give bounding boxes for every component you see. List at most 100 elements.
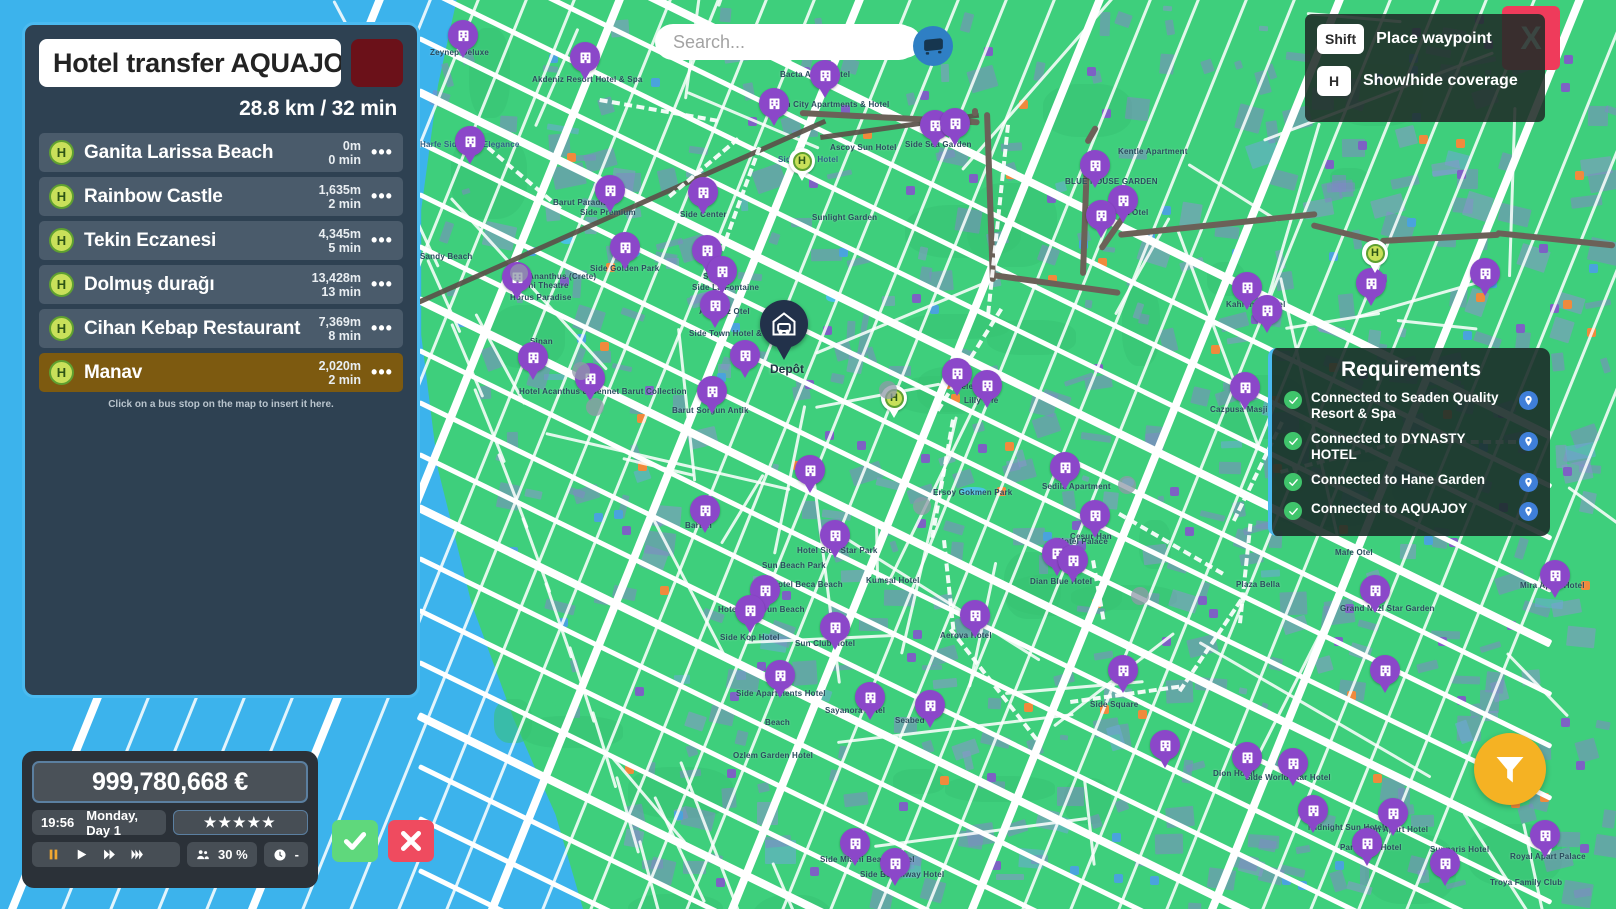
poi-pin[interactable] xyxy=(1086,200,1116,238)
map-small-icon xyxy=(1463,331,1472,340)
stop-options-button[interactable]: ••• xyxy=(369,362,395,383)
map-label: Sun City Apartments & Hotel xyxy=(775,100,889,109)
stop-time: 13 min xyxy=(312,285,361,299)
poi-pin[interactable] xyxy=(448,20,478,58)
poi-pin[interactable] xyxy=(940,108,970,146)
poi-pin[interactable] xyxy=(1050,452,1080,490)
bus-stop-marker[interactable]: H xyxy=(789,148,815,182)
search-bar[interactable] xyxy=(655,24,917,60)
depot-marker[interactable] xyxy=(760,300,808,360)
pin-tail xyxy=(695,201,711,215)
route-stop-row[interactable]: HGanita Larissa Beach0m0 min••• xyxy=(39,133,403,172)
poi-pin[interactable] xyxy=(1378,798,1408,836)
route-color-swatch[interactable] xyxy=(351,39,403,87)
poi-pin[interactable] xyxy=(1080,150,1110,188)
poi-pin[interactable] xyxy=(518,342,548,380)
stop-options-button[interactable]: ••• xyxy=(369,142,395,163)
poi-pin[interactable] xyxy=(1278,748,1308,786)
poi-pin[interactable] xyxy=(1230,372,1260,410)
bus-stop-marker[interactable]: H xyxy=(1362,240,1388,274)
building-footprint xyxy=(1221,441,1243,449)
poi-pin[interactable] xyxy=(730,340,760,378)
map-small-icon xyxy=(1407,218,1416,227)
poi-pin[interactable] xyxy=(697,376,727,414)
poi-pin[interactable] xyxy=(759,88,789,126)
speed-controls[interactable] xyxy=(32,842,180,867)
stop-options-button[interactable]: ••• xyxy=(369,274,395,295)
passengers-icon xyxy=(196,848,210,862)
stop-badge-icon: H xyxy=(49,272,74,297)
poi-pin[interactable] xyxy=(1252,295,1282,333)
fast-forward-icon[interactable] xyxy=(102,848,117,861)
pin-tail xyxy=(817,84,833,98)
requirement-text: Connected to DYNASTY HOTEL xyxy=(1311,431,1510,463)
fastest-forward-icon[interactable] xyxy=(130,848,145,861)
locate-pin-icon[interactable] xyxy=(1519,473,1538,492)
route-stop-row[interactable]: HCihan Kebap Restaurant7,369m8 min••• xyxy=(39,309,403,348)
search-input[interactable] xyxy=(673,32,899,53)
play-icon[interactable] xyxy=(74,848,89,861)
poi-pin[interactable] xyxy=(960,600,990,638)
route-stop-row[interactable]: HDolmuş durağı13,428m13 min••• xyxy=(39,265,403,304)
poi-pin[interactable] xyxy=(1352,828,1382,866)
poi-pin[interactable] xyxy=(707,256,737,294)
route-name-input[interactable]: Hotel transfer AQUAJOY xyxy=(39,39,341,87)
pin-tail xyxy=(1363,292,1379,306)
pin-tail xyxy=(1305,819,1321,833)
bus-icon-button[interactable] xyxy=(913,26,953,66)
poi-pin[interactable] xyxy=(915,690,945,728)
poi-pin[interactable] xyxy=(690,495,720,533)
hotkey-label-h: Show/hide coverage xyxy=(1363,72,1518,90)
poi-pin[interactable] xyxy=(688,177,718,215)
poi-pin[interactable] xyxy=(610,232,640,270)
poi-pin[interactable] xyxy=(1530,820,1560,858)
poi-pin[interactable] xyxy=(1232,742,1262,780)
poi-pin[interactable] xyxy=(595,175,625,213)
pause-icon[interactable] xyxy=(46,848,61,861)
poi-pin[interactable] xyxy=(765,660,795,698)
cancel-button[interactable] xyxy=(388,820,434,862)
poi-pin[interactable] xyxy=(1540,560,1570,598)
poi-pin[interactable] xyxy=(1150,730,1180,768)
poi-pin[interactable] xyxy=(972,370,1002,408)
poi-pin[interactable] xyxy=(820,520,850,558)
poi-pin[interactable] xyxy=(840,828,870,866)
poi-pin[interactable] xyxy=(1360,575,1390,613)
locate-pin-icon[interactable] xyxy=(1519,432,1538,451)
poi-pin[interactable] xyxy=(1080,500,1110,538)
map-label: Sun Beach Park xyxy=(762,561,826,570)
stop-options-button[interactable]: ••• xyxy=(369,186,395,207)
locate-pin-icon[interactable] xyxy=(1519,391,1538,410)
stop-options-button[interactable]: ••• xyxy=(369,230,395,251)
poi-pin[interactable] xyxy=(1108,655,1138,693)
locate-pin-icon[interactable] xyxy=(1519,502,1538,521)
poi-pin[interactable] xyxy=(455,126,485,164)
poi-pin[interactable] xyxy=(855,682,885,720)
map-small-icon xyxy=(912,294,921,303)
poi-pin[interactable] xyxy=(795,455,825,493)
poi-pin[interactable] xyxy=(1298,795,1328,833)
poi-pin[interactable] xyxy=(700,290,730,328)
poi-pin[interactable] xyxy=(1430,848,1460,886)
stop-badge-icon: H xyxy=(49,360,74,385)
poi-pin[interactable] xyxy=(1370,655,1400,693)
confirm-button[interactable] xyxy=(332,820,378,862)
search-box[interactable] xyxy=(655,24,917,60)
poi-pin[interactable] xyxy=(942,358,972,396)
pin-tail xyxy=(742,619,758,633)
route-stop-row[interactable]: HRainbow Castle1,635m2 min••• xyxy=(39,177,403,216)
map-marker-dot xyxy=(1131,587,1149,605)
route-stop-row[interactable]: HTekin Eczanesi4,345m5 min••• xyxy=(39,221,403,260)
stop-options-button[interactable]: ••• xyxy=(369,318,395,339)
filter-button[interactable] xyxy=(1474,733,1546,805)
pin-tail xyxy=(704,400,720,414)
poi-pin[interactable] xyxy=(1470,258,1500,296)
poi-pin[interactable] xyxy=(810,60,840,98)
route-stop-row[interactable]: HManav2,020m2 min••• xyxy=(39,353,403,392)
poi-pin[interactable] xyxy=(570,42,600,80)
poi-pin[interactable] xyxy=(1058,545,1088,583)
map-marker-dot xyxy=(1118,476,1136,494)
poi-pin[interactable] xyxy=(735,595,765,633)
poi-pin[interactable] xyxy=(820,612,850,650)
poi-pin[interactable] xyxy=(880,848,910,886)
